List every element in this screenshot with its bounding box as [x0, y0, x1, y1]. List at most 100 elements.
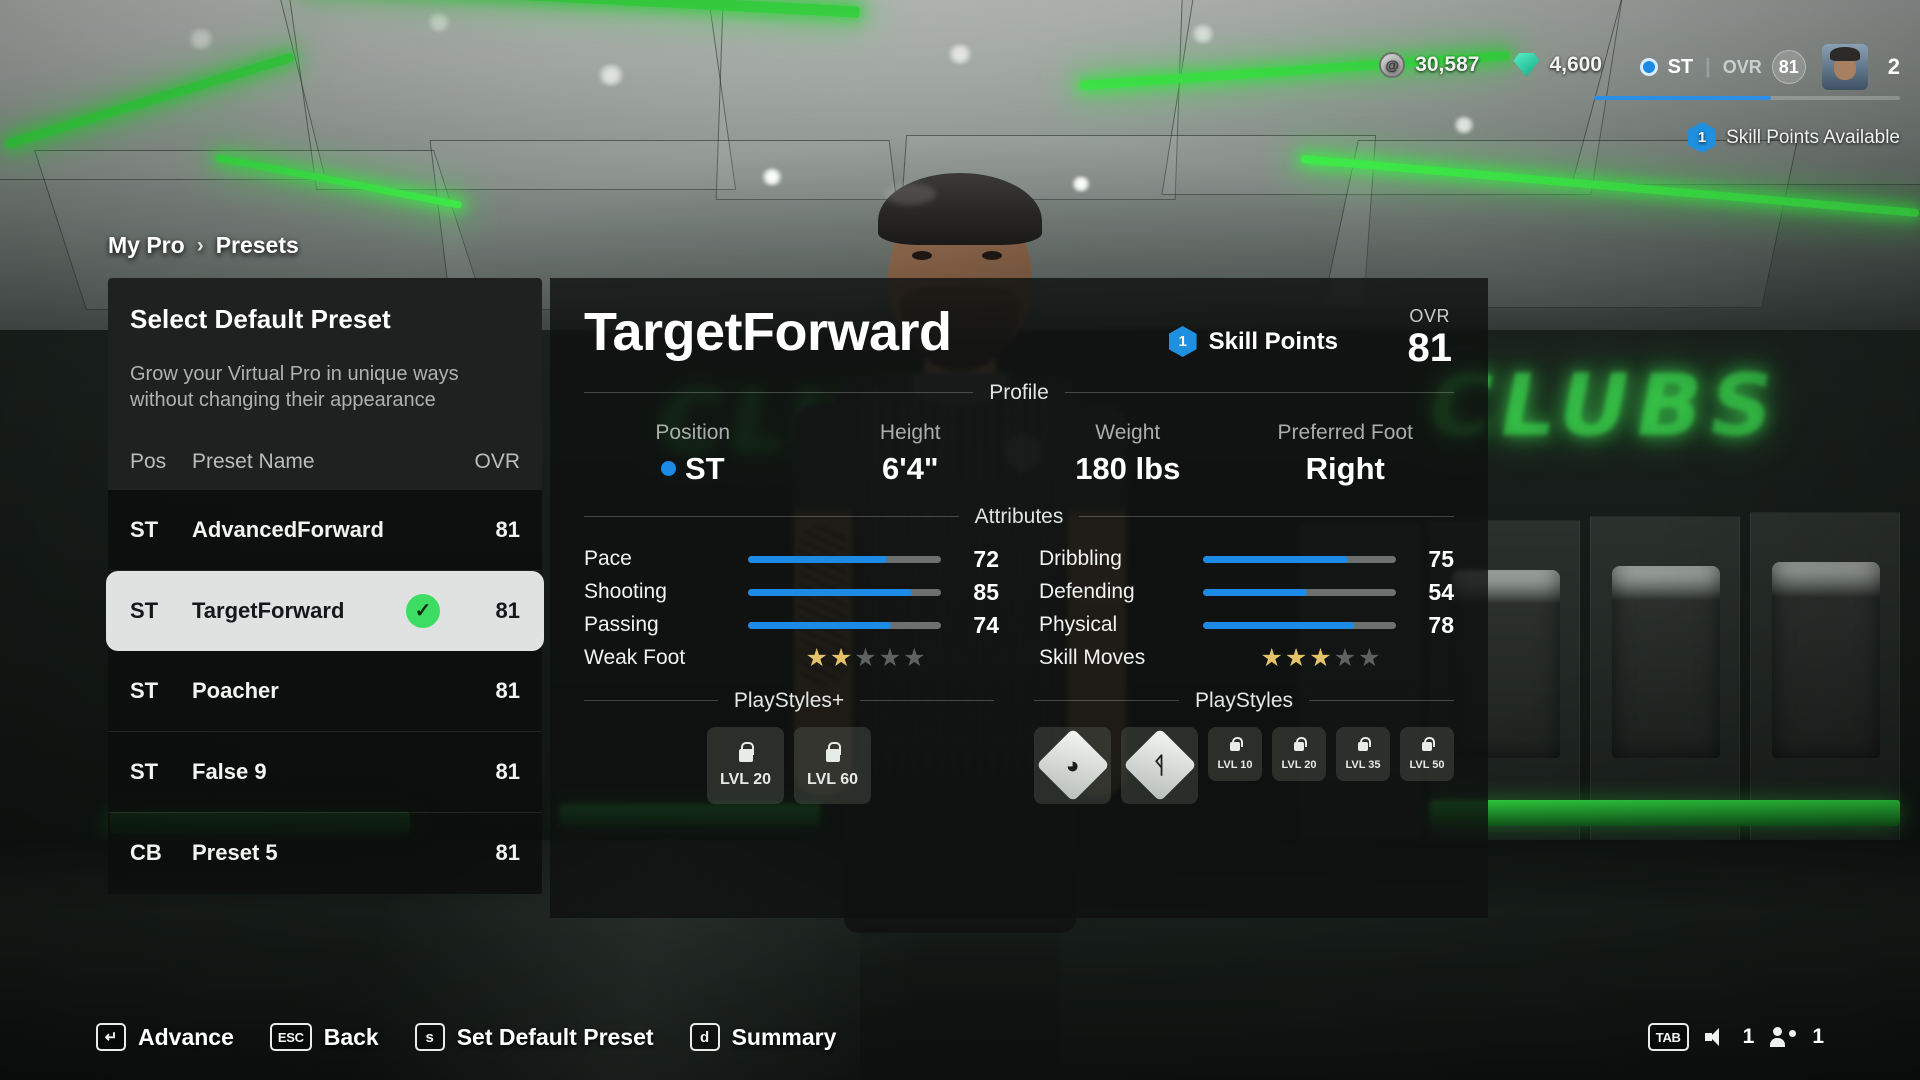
attribute-bar — [1203, 588, 1396, 596]
action-set-default-preset[interactable]: s Set Default Preset — [414, 1023, 654, 1051]
currency-display: @ 30,587 4,600 — [1379, 52, 1602, 78]
gem-icon — [1513, 53, 1540, 77]
action-back[interactable]: ESC Back — [269, 1023, 379, 1051]
party-count: 1 — [1812, 1025, 1824, 1048]
attribute-name: Dribbling — [1039, 547, 1122, 571]
playstyles-tiles: ◕ ᛩ LVL 10 LVL 20 LVL 35 LVL 50 — [1034, 726, 1454, 804]
preset-row-pos: ST — [130, 516, 159, 542]
playstyle-tile-magnet-icon[interactable]: ᛩ — [1121, 726, 1198, 804]
playstyles-plus-header: PlayStyles+ — [584, 689, 994, 713]
hud-divider: | — [1705, 55, 1711, 78]
chevron-right-icon: › — [196, 233, 204, 257]
playstyle-tile-locked[interactable]: LVL 20 — [707, 726, 784, 804]
playstyles-column: PlayStyles ◕ ᛩ LVL 10 LVL 20 LVL 35 LVL 50 — [1014, 675, 1474, 804]
lock-icon — [1356, 736, 1371, 754]
position-dot-icon — [1639, 58, 1658, 76]
magnet-icon: ᛩ — [1122, 728, 1197, 802]
preset-row-poacher[interactable]: ST Poacher 81 — [108, 651, 542, 732]
profile-cell-height: Height 6'4" — [802, 421, 1020, 487]
star-icon: ★ — [829, 644, 853, 673]
action-advance[interactable]: ↵ Advance — [96, 1023, 234, 1051]
attribute-row-pace: Pace 72 — [584, 543, 999, 576]
playstyle-unlock-level: LVL 50 — [1409, 758, 1445, 771]
attribute-value: 74 — [973, 611, 999, 638]
preset-column-headers: Pos Preset Name OVR — [108, 431, 542, 490]
detail-ovr-value: 81 — [1407, 326, 1453, 370]
detail-ovr-label: OVR — [1409, 306, 1451, 326]
attribute-value: 78 — [1428, 611, 1454, 638]
breadcrumb-current: Presets — [215, 232, 299, 258]
action-label: Summary — [731, 1023, 837, 1050]
attributes-wrap: Pace 72 Shooting 85 Passing 74 Weak Foot ★ ★ ★ ★ ★ … — [564, 543, 1474, 675]
skill-point-badge: 1 — [1168, 326, 1197, 357]
preset-row-advancedforward[interactable]: ST AdvancedForward 81 — [108, 490, 542, 571]
player-profile-chip[interactable]: ST | OVR 81 2 — [1639, 44, 1900, 90]
attribute-row-shooting: Shooting 85 — [584, 576, 999, 609]
lock-icon — [1228, 736, 1243, 754]
attribute-bar — [748, 621, 941, 629]
preset-panel-title: Select Default Preset — [130, 304, 391, 334]
rating-row: Weak Foot ★ ★ ★ ★ ★ — [584, 642, 999, 675]
playstyles-wrap: PlayStyles+ LVL 20 LVL 60 PlayStyles ◕ ᛩ LV… — [564, 675, 1474, 804]
preset-row-false-9[interactable]: ST False 9 81 — [108, 732, 542, 813]
playstyle-tile-locked[interactable]: LVL 10 — [1208, 726, 1262, 781]
preset-row-name: Preset 5 — [192, 840, 278, 866]
profile-section-header: Profile — [584, 381, 1454, 405]
preset-detail-card: TargetForward 1 Skill Points OVR 81 Prof… — [550, 278, 1488, 918]
profile-label: Weight — [1095, 420, 1161, 444]
profile-value: 6'4" — [881, 450, 939, 486]
preset-row-name: TargetForward — [192, 597, 345, 623]
star-icon: ★ — [805, 644, 828, 673]
lock-icon — [1292, 736, 1307, 754]
attribute-row-physical: Physical 78 — [1039, 609, 1454, 642]
playstyle-tile-locked[interactable]: LVL 50 — [1400, 726, 1454, 781]
tab-key-hint[interactable]: TAB — [1647, 1023, 1689, 1051]
attribute-value: 75 — [1428, 545, 1454, 572]
playstyles-plus-tiles: LVL 20 LVL 60 — [584, 726, 994, 804]
playstyles-header: PlayStyles — [1034, 688, 1455, 713]
playstyle-tile-locked[interactable]: LVL 35 — [1336, 726, 1390, 781]
attributes-right-column: Dribbling 75 Defending 54 Physical 78 Skill Mo… — [1019, 543, 1474, 675]
voice-count: 1 — [1742, 1025, 1755, 1048]
level-progress-bar — [1594, 96, 1900, 100]
attribute-value: 85 — [973, 578, 999, 605]
preset-panel: Select Default Preset Grow your Virtual … — [106, 278, 544, 918]
preset-row-ovr: 81 — [495, 677, 520, 703]
hud-position: ST — [1667, 55, 1694, 78]
playstyle-tile-locked[interactable]: LVL 20 — [1272, 726, 1326, 781]
rating-label: Weak Foot — [584, 646, 686, 670]
attribute-row-defending: Defending 54 — [1039, 576, 1454, 609]
playstyles-label: PlayStyles — [1194, 688, 1294, 712]
preset-row-preset-5[interactable]: CB Preset 5 81 — [108, 813, 542, 894]
action-label: Set Default Preset — [456, 1023, 654, 1050]
action-bar: ↵ Advance ESC Back s Set Default Preset d Summa… — [0, 994, 1920, 1080]
attribute-name: Passing — [584, 613, 659, 637]
action-summary[interactable]: d Summary — [689, 1023, 837, 1051]
star-rating: ★ ★ ★ ★ ★ — [740, 643, 991, 673]
star-icon: ★ — [854, 644, 877, 673]
column-header-name: Preset Name — [192, 449, 315, 473]
star-icon: ★ — [878, 644, 902, 673]
profile-grid: Position ST Height 6'4" Weight 180 lbs Preferr… — [584, 421, 1454, 487]
hud-ovr-badge: 81 — [1771, 50, 1806, 84]
attributes-left-column: Pace 72 Shooting 85 Passing 74 Weak Foot ★ ★ ★ ★ ★ — [564, 543, 1019, 675]
playstyle-tile-locked[interactable]: LVL 60 — [794, 726, 871, 804]
star-icon: ★ — [1333, 644, 1357, 673]
attribute-row-dribbling: Dribbling 75 — [1039, 543, 1454, 576]
detail-header: TargetForward 1 Skill Points OVR 81 — [550, 278, 1488, 369]
playstyle-unlock-level: LVL 10 — [1217, 758, 1253, 771]
playstyle-tile-power-header-icon[interactable]: ◕ — [1034, 726, 1111, 804]
skill-point-badge: 1 — [1688, 122, 1717, 153]
skill-points-label: Skill Points — [1208, 327, 1338, 355]
preset-list: ST AdvancedForward 81 ST TargetForward ✓ 81 ST P… — [106, 489, 544, 894]
breadcrumb-root[interactable]: My Pro — [108, 232, 185, 259]
speaker-icon — [1704, 1027, 1727, 1047]
attribute-value: 54 — [1428, 578, 1454, 605]
attributes-header-label: Attributes — [974, 504, 1064, 528]
profile-value: 180 lbs — [1075, 450, 1181, 486]
preset-row-pos: ST — [130, 597, 159, 623]
lock-icon — [823, 741, 843, 766]
attribute-name: Physical — [1039, 613, 1118, 637]
preset-row-targetforward[interactable]: ST TargetForward ✓ 81 — [106, 570, 544, 651]
skill-points-available: 1 Skill Points Available — [1688, 122, 1900, 153]
